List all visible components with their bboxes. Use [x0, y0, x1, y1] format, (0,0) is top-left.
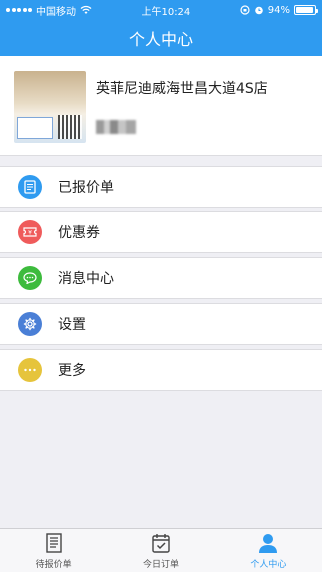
battery-icon: [294, 5, 318, 15]
battery-fill: [296, 7, 313, 13]
menu-group-messages: 消息中心: [0, 257, 322, 299]
tab-label-pending-quotes: 待报价单: [35, 559, 72, 570]
menu-label-more: 更多: [58, 363, 86, 379]
wifi-icon: [80, 5, 92, 14]
menu-group-settings: 设置: [0, 303, 322, 345]
document-icon: [45, 532, 62, 553]
nav-bar: 个人中心: [0, 20, 322, 56]
shop-name: 英菲尼迪威海世昌大道4S店: [96, 81, 268, 97]
menu-label-settings: 设置: [58, 317, 86, 333]
coupon-icon: ¥: [18, 220, 42, 244]
profile-card[interactable]: 英菲尼迪威海世昌大道4S店: [0, 56, 322, 156]
gear-icon: [18, 312, 42, 336]
rotation-lock-icon: [240, 5, 250, 15]
blurred-account-info: [96, 120, 136, 134]
quote-list-icon: [18, 175, 42, 199]
svg-text:¥: ¥: [28, 230, 32, 237]
menu-group-more: 更多: [0, 349, 322, 391]
signal-strength-icon: [6, 8, 32, 12]
tab-label-today-orders: 今日订单: [142, 559, 179, 570]
menu-item-coupons[interactable]: ¥ 优惠券: [0, 212, 322, 252]
battery-percent: 94%: [267, 4, 290, 16]
more-icon: [18, 358, 42, 382]
shop-avatar: [14, 71, 86, 143]
carrier-label: 中国移动: [36, 6, 76, 18]
message-icon: [18, 266, 42, 290]
page-title: 个人中心: [128, 30, 193, 49]
calendar-check-icon: [152, 533, 170, 553]
menu-group-coupons: ¥ 优惠券: [0, 211, 322, 253]
status-left: 中国移动: [6, 3, 92, 18]
tab-bar: 待报价单 今日订单 个人中心: [0, 528, 322, 572]
shop-avatar-brand-box: [17, 117, 53, 139]
person-icon: [259, 533, 278, 553]
menu-label-quotes: 已报价单: [58, 180, 114, 196]
status-right: 94%: [240, 4, 318, 16]
alarm-icon: [254, 6, 263, 15]
status-bar: 中国移动 上午10:24 94%: [0, 0, 322, 20]
menu-label-coupons: 优惠券: [58, 225, 100, 241]
qr-code-icon: [58, 115, 82, 139]
menu-group-quotes: 已报价单: [0, 166, 322, 208]
tab-label-personal-center: 个人中心: [250, 559, 287, 570]
tab-today-orders[interactable]: 今日订单: [107, 529, 214, 572]
menu-item-more[interactable]: 更多: [0, 350, 322, 390]
tab-personal-center[interactable]: 个人中心: [215, 529, 322, 572]
tab-pending-quotes[interactable]: 待报价单: [0, 529, 107, 572]
menu-label-messages: 消息中心: [58, 271, 114, 287]
menu-item-quotes[interactable]: 已报价单: [0, 167, 322, 207]
status-time: 上午10:24: [141, 6, 191, 18]
menu-item-messages[interactable]: 消息中心: [0, 258, 322, 298]
menu-item-settings[interactable]: 设置: [0, 304, 322, 344]
